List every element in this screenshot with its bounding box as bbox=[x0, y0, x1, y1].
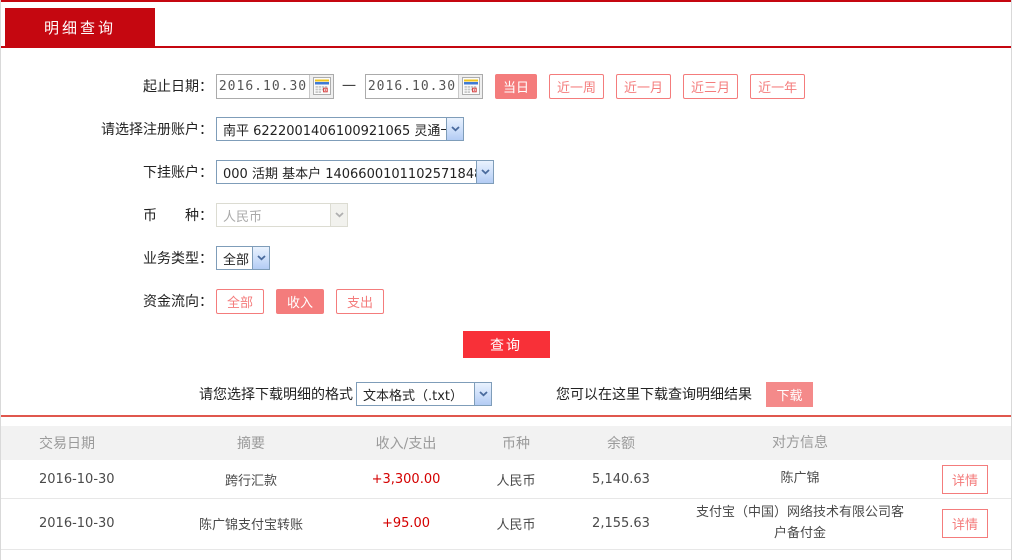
detail-button[interactable]: 详情 bbox=[942, 509, 988, 538]
header-date: 交易日期 bbox=[1, 433, 161, 453]
sub-account-label: 下挂账户： bbox=[1, 162, 213, 182]
date-range-row: 起止日期： 2016.10.30 bbox=[1, 73, 1011, 99]
cell-date: 2016-10-30 bbox=[1, 516, 161, 531]
detail-button[interactable]: 详情 bbox=[942, 465, 988, 494]
cell-amount: +3,300.00 bbox=[341, 472, 471, 487]
cell-currency: 人民币 bbox=[471, 470, 561, 489]
range-month-button[interactable]: 近一月 bbox=[616, 74, 671, 99]
cell-summary: 跨行汇款 bbox=[161, 470, 341, 489]
download-format-value: 文本格式（.txt） bbox=[357, 385, 474, 404]
business-type-row: 业务类型： 全部 bbox=[1, 245, 1011, 271]
business-type-value: 全部 bbox=[217, 249, 252, 268]
tab-detail-query[interactable]: 明细查询 bbox=[5, 8, 155, 46]
flow-income-button[interactable]: 收入 bbox=[276, 289, 324, 314]
download-button[interactable]: 下载 bbox=[766, 382, 813, 407]
register-account-select[interactable]: 南平 6222001406100921065 灵通卡 bbox=[216, 117, 464, 141]
query-button-row: 查询 bbox=[1, 331, 1011, 358]
register-account-value: 南平 6222001406100921065 灵通卡 bbox=[217, 120, 446, 139]
range-year-button[interactable]: 近一年 bbox=[750, 74, 805, 99]
register-account-label: 请选择注册账户： bbox=[1, 119, 213, 139]
query-form: 起止日期： 2016.10.30 bbox=[1, 48, 1011, 407]
query-button[interactable]: 查询 bbox=[463, 331, 550, 358]
fund-flow-label: 资金流向： bbox=[1, 291, 213, 311]
range-today-button[interactable]: 当日 bbox=[495, 74, 537, 99]
register-account-row: 请选择注册账户： 南平 6222001406100921065 灵通卡 bbox=[1, 116, 1011, 142]
cell-summary: 陈广锦支付宝转账 bbox=[161, 514, 341, 533]
header-amount: 收入/支出 bbox=[341, 433, 471, 453]
currency-value: 人民币 bbox=[217, 206, 330, 225]
start-date-value: 2016.10.30 bbox=[217, 79, 309, 94]
flow-expense-button[interactable]: 支出 bbox=[336, 289, 384, 314]
cell-amount: +95.00 bbox=[341, 516, 471, 531]
flow-all-button[interactable]: 全部 bbox=[216, 289, 264, 314]
download-row: 请您选择下载明细的格式 文本格式（.txt） 您可以在这里下载查询明细结果 下载 bbox=[1, 381, 1011, 407]
start-date-input[interactable]: 2016.10.30 bbox=[216, 74, 334, 99]
cell-currency: 人民币 bbox=[471, 514, 561, 533]
sub-account-select[interactable]: 000 活期 基本户 1406600101102571848 bbox=[216, 160, 494, 184]
header-summary: 摘要 bbox=[161, 433, 341, 453]
cell-balance: 5,140.63 bbox=[561, 472, 681, 487]
sub-account-row: 下挂账户： 000 活期 基本户 1406600101102571848 bbox=[1, 159, 1011, 185]
range-week-button[interactable]: 近一周 bbox=[549, 74, 604, 99]
cell-date: 2016-10-30 bbox=[1, 472, 161, 487]
table-row: 2016-10-30 跨行汇款 +3,300.00 人民币 5,140.63 陈… bbox=[1, 460, 1011, 498]
date-range-label: 起止日期： bbox=[1, 76, 213, 96]
header-balance: 余额 bbox=[561, 433, 681, 453]
chevron-down-icon bbox=[330, 204, 347, 226]
business-type-label: 业务类型： bbox=[1, 248, 213, 268]
calendar-icon[interactable] bbox=[309, 75, 333, 98]
end-date-value: 2016.10.30 bbox=[366, 79, 458, 94]
header-currency: 币种 bbox=[471, 433, 561, 453]
cell-counterparty: 陈广锦 bbox=[681, 465, 919, 494]
row-separator bbox=[1, 549, 1011, 550]
table-top-divider bbox=[1, 415, 1011, 417]
chevron-down-icon bbox=[474, 383, 491, 405]
table-header-row: 交易日期 摘要 收入/支出 币种 余额 对方信息 bbox=[1, 426, 1011, 460]
currency-select: 人民币 bbox=[216, 203, 348, 227]
chevron-down-icon bbox=[252, 247, 269, 269]
results-table: 交易日期 摘要 收入/支出 币种 余额 对方信息 2016-10-30 跨行汇款… bbox=[1, 426, 1011, 550]
cell-balance: 2,155.63 bbox=[561, 516, 681, 531]
currency-label: 币 种： bbox=[1, 205, 213, 225]
fund-flow-row: 资金流向： 全部 收入 支出 bbox=[1, 288, 1011, 314]
chevron-down-icon bbox=[476, 161, 493, 183]
end-date-input[interactable]: 2016.10.30 bbox=[365, 74, 483, 99]
detail-query-page: 明细查询 起止日期： 2016.10.30 bbox=[0, 0, 1012, 560]
table-row: 2016-10-30 陈广锦支付宝转账 +95.00 人民币 2,155.63 … bbox=[1, 499, 1011, 549]
cell-counterparty: 支付宝（中国）网络技术有限公司客户备付金 bbox=[681, 499, 919, 549]
range-quarter-button[interactable]: 近三月 bbox=[683, 74, 738, 99]
calendar-icon[interactable] bbox=[458, 75, 482, 98]
chevron-down-icon bbox=[446, 118, 463, 140]
download-format-label: 请您选择下载明细的格式 bbox=[199, 384, 353, 404]
business-type-select[interactable]: 全部 bbox=[216, 246, 270, 270]
currency-row: 币 种： 人民币 bbox=[1, 202, 1011, 228]
header-counterparty: 对方信息 bbox=[681, 428, 919, 458]
sub-account-value: 000 活期 基本户 1406600101102571848 bbox=[217, 163, 476, 182]
download-hint: 您可以在这里下载查询明细结果 bbox=[556, 384, 752, 404]
download-format-select[interactable]: 文本格式（.txt） bbox=[356, 382, 492, 406]
date-separator: 一 bbox=[342, 76, 356, 96]
tab-bar: 明细查询 bbox=[1, 2, 1011, 46]
